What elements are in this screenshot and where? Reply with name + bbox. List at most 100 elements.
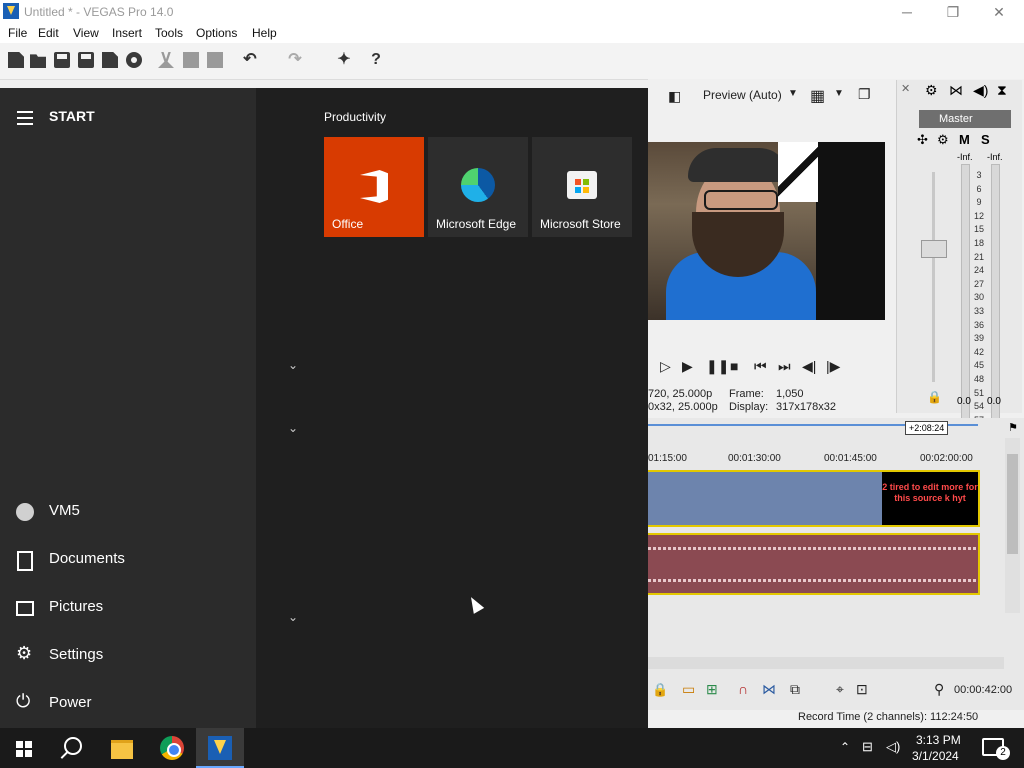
- menu-insert[interactable]: Insert: [112, 26, 142, 40]
- search-icon[interactable]: [48, 728, 96, 768]
- properties-icon[interactable]: [126, 52, 142, 68]
- stop-icon[interactable]: ■: [730, 358, 738, 374]
- envelope-tool-icon[interactable]: ⊡: [856, 681, 868, 698]
- audio-event[interactable]: [648, 533, 980, 595]
- menu-file[interactable]: File: [8, 26, 27, 40]
- new-project-icon[interactable]: [8, 52, 24, 68]
- volume-icon[interactable]: ◁): [886, 739, 900, 755]
- maximize-button[interactable]: ❐: [930, 0, 976, 24]
- frame-value: 1,050: [776, 388, 804, 400]
- vegas-taskbar-icon[interactable]: [196, 728, 244, 768]
- edit-tool-icon[interactable]: ✦: [336, 52, 352, 68]
- settings-gear-icon: ⚙: [16, 643, 33, 663]
- next-frame-icon[interactable]: |▶: [826, 358, 840, 375]
- split-screen-icon[interactable]: ◧: [668, 88, 681, 105]
- auto-crossfade-icon[interactable]: ⋈: [762, 681, 776, 698]
- menu-edit[interactable]: Edit: [38, 26, 59, 40]
- minimize-button[interactable]: ─: [884, 0, 930, 24]
- chrome-icon[interactable]: [148, 728, 196, 768]
- fx-icon[interactable]: ✣: [917, 132, 928, 148]
- cursor-position-badge: +2:08:24: [905, 421, 949, 435]
- dim-icon[interactable]: ⧗: [997, 82, 1007, 99]
- markers-icon[interactable]: ▭: [682, 681, 695, 698]
- documents-label: Documents: [49, 550, 125, 567]
- volume-fader[interactable]: [921, 240, 947, 258]
- redo-icon[interactable]: ↷: [287, 52, 303, 68]
- system-tray: ⌃ ⊟ ◁) 3:13 PM 3/1/2024 2: [830, 728, 1024, 768]
- previous-frame-icon[interactable]: ◀|: [802, 358, 816, 375]
- ruler-label: 01:15:00: [648, 453, 687, 464]
- windows-start-button[interactable]: [0, 728, 48, 768]
- edge-tile[interactable]: Microsoft Edge: [428, 137, 528, 237]
- save-as-icon[interactable]: [78, 52, 94, 68]
- copy-snapshot-icon[interactable]: ❐: [858, 86, 871, 103]
- mixer-gear-icon[interactable]: ⚙: [925, 82, 938, 99]
- go-to-end-icon[interactable]: ⏭: [778, 358, 791, 375]
- solo-button[interactable]: S: [981, 132, 990, 147]
- render-as-icon[interactable]: [102, 52, 118, 68]
- chevron-up-icon[interactable]: ⌃: [840, 740, 850, 754]
- clock-time[interactable]: 3:13 PM: [916, 733, 961, 747]
- menu-help[interactable]: Help: [252, 26, 277, 40]
- scroll-thumb[interactable]: [1007, 454, 1018, 554]
- timeline-horizontal-scrollbar[interactable]: [648, 657, 1004, 669]
- open-icon[interactable]: [30, 54, 46, 68]
- save-icon[interactable]: [54, 52, 70, 68]
- title-bar: Untitled * - VEGAS Pro 14.0 ─ ❐ ✕: [0, 0, 1024, 24]
- fx-chain-icon[interactable]: ⚙: [937, 132, 949, 148]
- cut-icon[interactable]: [158, 52, 174, 68]
- video-subject-hat: [688, 148, 788, 182]
- power-icon: ⏻: [16, 691, 31, 711]
- chevron-down-icon[interactable]: ⌄: [288, 358, 300, 372]
- ripple-edit-icon[interactable]: ⧉: [790, 681, 800, 698]
- normal-edit-tool-icon[interactable]: ⌖: [836, 681, 844, 698]
- overlays-icon[interactable]: ▦: [810, 86, 825, 106]
- marker-pin-icon: ⚲: [934, 681, 945, 697]
- marker-flag-icon[interactable]: ⚑: [1006, 421, 1020, 435]
- master-bus-label: Master: [919, 110, 1011, 128]
- paste-icon[interactable]: [207, 52, 223, 68]
- project-info: 720, 25.000p: [648, 388, 713, 400]
- whats-this-help-icon[interactable]: ?: [368, 52, 384, 68]
- lock-icon[interactable]: 🔒: [927, 390, 942, 404]
- menu-view[interactable]: View: [73, 26, 99, 40]
- mute-button[interactable]: M: [959, 132, 970, 147]
- play-from-start-icon[interactable]: ▷: [660, 358, 671, 375]
- office-tile[interactable]: Office: [324, 137, 424, 237]
- fader-track: [932, 172, 935, 382]
- file-explorer-icon[interactable]: [98, 728, 146, 768]
- chevron-down-icon[interactable]: ⌄: [288, 610, 300, 624]
- snapping-icon[interactable]: ∩: [738, 681, 748, 697]
- play-icon[interactable]: ▶: [682, 358, 693, 375]
- account-item[interactable]: VM5: [0, 488, 256, 536]
- menu-tools[interactable]: Tools: [155, 26, 183, 40]
- close-button[interactable]: ✕: [976, 0, 1022, 24]
- hamburger-menu-icon[interactable]: [17, 111, 33, 129]
- documents-item[interactable]: Documents: [0, 536, 256, 584]
- settings-item[interactable]: ⚙ Settings: [0, 632, 256, 680]
- chevron-down-icon[interactable]: ⌄: [288, 421, 300, 435]
- pause-icon[interactable]: ❚❚: [706, 358, 729, 375]
- menu-bar: File Edit View Insert Tools Options Help: [0, 24, 1024, 43]
- pictures-item[interactable]: Pictures: [0, 584, 256, 632]
- main-toolbar: ↶ ↷ ✦ ?: [0, 43, 1024, 80]
- undo-icon[interactable]: ↶: [242, 52, 258, 68]
- chevron-down-icon[interactable]: ▼: [788, 88, 798, 99]
- chevron-down-icon[interactable]: ▼: [834, 88, 844, 99]
- close-panel-icon[interactable]: ✕: [901, 82, 910, 95]
- preview-quality-dropdown[interactable]: Preview (Auto): [703, 88, 782, 102]
- store-tile[interactable]: Microsoft Store: [532, 137, 632, 237]
- power-item[interactable]: ⏻ Power: [0, 680, 256, 728]
- copy-icon[interactable]: [183, 52, 199, 68]
- network-icon[interactable]: ⊟: [862, 739, 873, 755]
- go-to-start-icon[interactable]: ⏮: [754, 358, 767, 375]
- clock-date[interactable]: 3/1/2024: [912, 749, 959, 763]
- speaker-icon[interactable]: ◀): [973, 82, 988, 99]
- preview-info-line: 0x32, 25.000p: [648, 401, 718, 413]
- downmix-icon[interactable]: ⋈: [949, 82, 963, 99]
- menu-options[interactable]: Options: [196, 26, 237, 40]
- ruler-label: 00:01:30:00: [728, 453, 781, 464]
- regions-icon[interactable]: ⊞: [706, 681, 718, 698]
- timeline-vertical-scrollbar[interactable]: [1005, 438, 1020, 613]
- lock-envelopes-icon[interactable]: 🔒: [652, 682, 668, 698]
